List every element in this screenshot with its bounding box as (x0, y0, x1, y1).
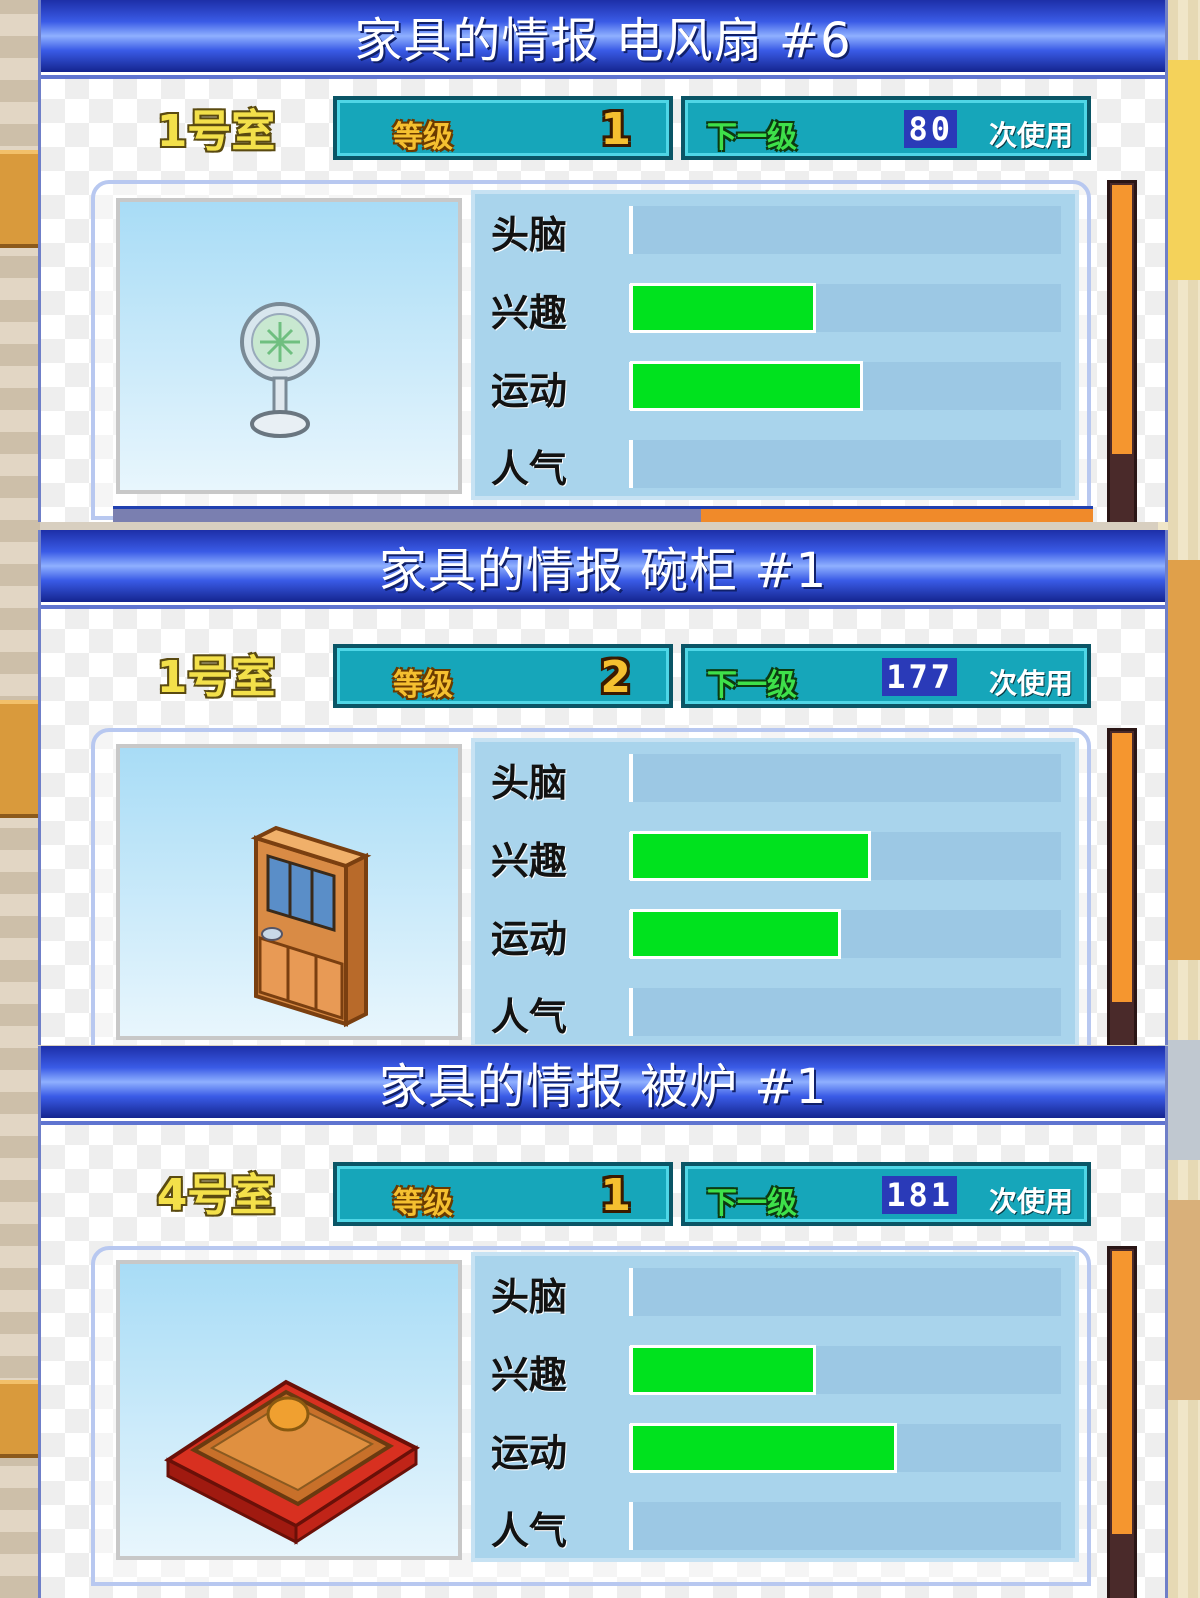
kotatsu-icon (164, 1379, 420, 1545)
level-label: 等级 (393, 120, 453, 155)
stat-label: 兴趣 (491, 291, 568, 335)
stats-panel: 头脑 兴趣 运动 人气 (471, 190, 1079, 500)
stat-bar-fill (633, 364, 860, 408)
furniture-info-panel-kotatsu: 家具的情报 被炉 #1 4号室 等级 1 下一级 181 次使用 头脑 兴趣 运… (38, 1046, 1168, 1598)
stat-row-brain: 头脑 (485, 1262, 1065, 1322)
item-image-box (116, 198, 462, 494)
room-label: 1号室 (156, 106, 276, 157)
scroll-thumb[interactable] (1112, 1251, 1132, 1535)
electric-fan-icon (240, 302, 320, 438)
level-box: 等级 2 (333, 644, 673, 708)
panel-title: 家具的情报 电风扇 #6 (354, 13, 852, 69)
stat-bar-track (629, 440, 1061, 488)
stat-bar-track (629, 1346, 1061, 1394)
next-level-box: 下一级 181 次使用 (681, 1162, 1091, 1226)
cupboard-icon (250, 825, 372, 1028)
furniture-info-panel-cupboard: 家具的情报 碗柜 #1 1号室 等级 2 下一级 177 次使用 头脑 兴趣 运… (38, 530, 1168, 1045)
stat-bar-fill (633, 912, 839, 956)
level-label: 等级 (393, 1186, 453, 1221)
stat-row-sport: 运动 (485, 904, 1065, 964)
stat-row-brain: 头脑 (485, 200, 1065, 260)
room-label: 1号室 (156, 652, 276, 703)
stat-row-interest: 兴趣 (485, 826, 1065, 886)
uses-count: 181 (882, 1176, 957, 1214)
scrollbar[interactable] (1107, 180, 1137, 522)
stats-panel: 头脑 兴趣 运动 人气 (471, 1252, 1079, 1562)
stat-bar-track (629, 206, 1061, 254)
panel-title-bar: 家具的情报 碗柜 #1 (41, 530, 1165, 605)
stat-label: 兴趣 (491, 839, 568, 883)
next-level-label: 下一级 (707, 668, 797, 703)
stat-bar-fill (633, 286, 813, 330)
stat-bar-track (629, 1268, 1061, 1316)
panel-title-bar: 家具的情报 电风扇 #6 (41, 0, 1165, 75)
level-value: 2 (600, 652, 631, 703)
stat-bar-track (629, 988, 1061, 1036)
scrollbar[interactable] (1107, 1246, 1137, 1598)
level-value: 1 (600, 104, 631, 155)
stat-row-brain: 头脑 (485, 748, 1065, 808)
next-level-label: 下一级 (707, 120, 797, 155)
stat-bar-track (629, 1424, 1061, 1472)
stat-row-sport: 运动 (485, 356, 1065, 416)
stat-row-popularity: 人气 (485, 434, 1065, 494)
panel-title: 家具的情报 碗柜 #1 (378, 543, 828, 599)
room-label: 4号室 (156, 1170, 276, 1221)
stat-label: 人气 (491, 447, 568, 491)
level-value: 1 (600, 1170, 631, 1221)
stat-bar-track (629, 1502, 1061, 1550)
item-image-box (116, 1260, 462, 1560)
stat-bar-fill (633, 1348, 813, 1392)
panel-title: 家具的情报 被炉 #1 (378, 1059, 828, 1115)
uses-label: 次使用 (988, 119, 1073, 152)
scroll-thumb[interactable] (1112, 733, 1132, 1003)
stats-panel: 头脑 兴趣 运动 人气 (471, 738, 1079, 1045)
uses-count: 177 (882, 658, 957, 696)
stat-bar-track (629, 754, 1061, 802)
stat-label: 运动 (491, 917, 568, 961)
stat-bar-track (629, 832, 1061, 880)
background-scene-left (0, 0, 40, 1598)
panel-title-bar: 家具的情报 被炉 #1 (41, 1046, 1165, 1121)
stat-bar-track (629, 284, 1061, 332)
scrollbar[interactable] (1107, 728, 1137, 1045)
stat-row-popularity: 人气 (485, 1496, 1065, 1556)
stat-bar-track (629, 362, 1061, 410)
stat-bar-track (629, 910, 1061, 958)
uses-count: 80 (904, 110, 957, 148)
stat-label: 兴趣 (491, 1353, 568, 1397)
next-level-box: 下一级 80 次使用 (681, 96, 1091, 160)
furniture-info-panel-fan: 家具的情报 电风扇 #6 1号室 等级 1 下一级 80 次使用 头脑 兴趣 运… (38, 0, 1168, 522)
next-level-box: 下一级 177 次使用 (681, 644, 1091, 708)
level-label: 等级 (393, 668, 453, 703)
next-level-label: 下一级 (707, 1186, 797, 1221)
uses-label: 次使用 (988, 1185, 1073, 1218)
level-box: 等级 1 (333, 1162, 673, 1226)
level-box: 等级 1 (333, 96, 673, 160)
stat-row-popularity: 人气 (485, 982, 1065, 1042)
item-image-box (116, 744, 462, 1040)
stat-row-interest: 兴趣 (485, 1340, 1065, 1400)
stat-label: 人气 (491, 1509, 568, 1553)
stat-label: 头脑 (491, 761, 568, 805)
stat-row-interest: 兴趣 (485, 278, 1065, 338)
next-panel-edge (113, 506, 1093, 522)
stat-label: 头脑 (491, 213, 568, 257)
scroll-thumb[interactable] (1112, 185, 1132, 455)
stat-label: 运动 (491, 369, 568, 413)
stat-row-sport: 运动 (485, 1418, 1065, 1478)
stat-bar-fill (633, 834, 869, 878)
stat-label: 运动 (491, 1431, 568, 1475)
stat-label: 人气 (491, 995, 568, 1039)
stat-label: 头脑 (491, 1275, 568, 1319)
uses-label: 次使用 (988, 667, 1073, 700)
stat-bar-fill (633, 1426, 895, 1470)
